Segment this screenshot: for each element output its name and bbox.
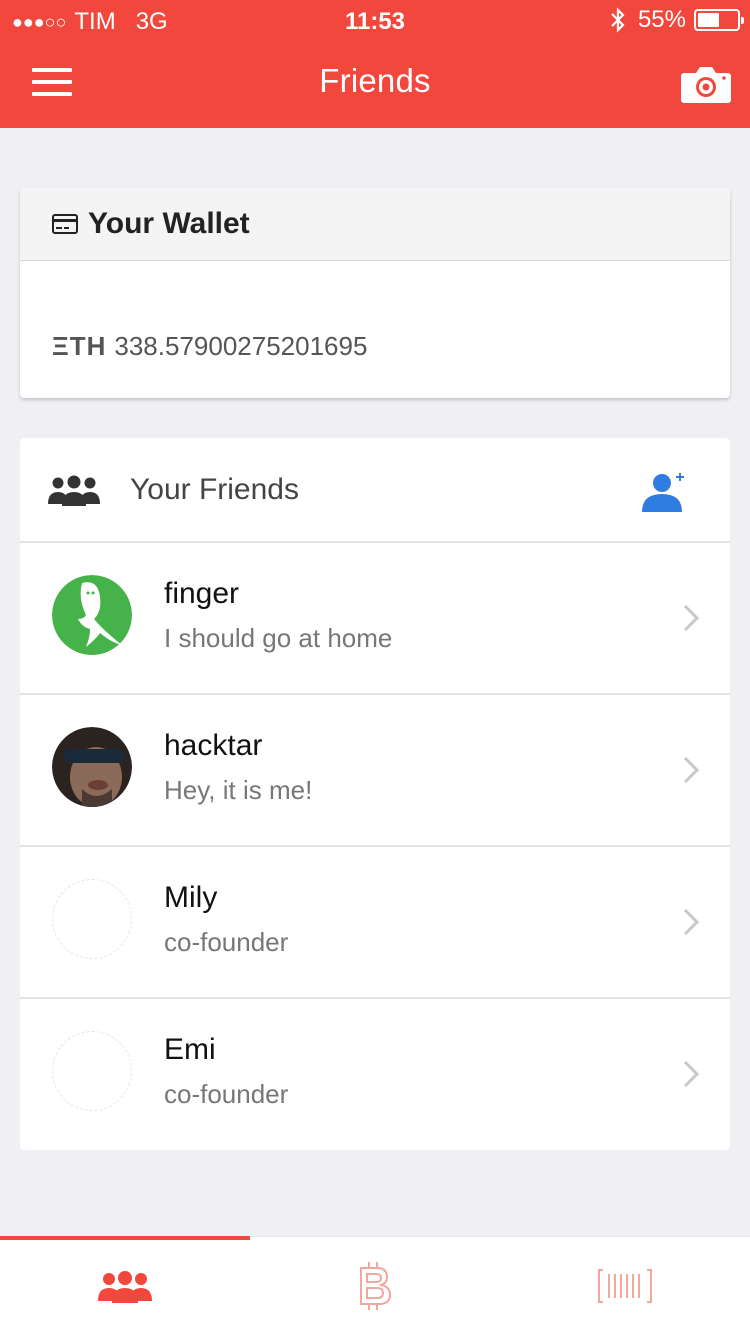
friend-row[interactable]: Emi co-founder: [20, 999, 730, 1151]
friend-status: I should go at home: [164, 623, 393, 653]
battery-percent: 55%: [637, 6, 686, 33]
chevron-right-icon: [683, 908, 700, 936]
bluetooth-icon: [611, 7, 625, 33]
wallet-balance: ΞTH 338.57900275201695: [20, 261, 730, 398]
group-icon: [48, 475, 100, 506]
friend-row[interactable]: finger I should go at home: [20, 543, 730, 695]
add-friend-icon: [642, 473, 684, 512]
blank-avatar: [52, 1031, 132, 1111]
barcode-tab-icon: [598, 1269, 652, 1303]
battery-icon: [694, 9, 744, 31]
chevron-right-icon: [683, 604, 700, 632]
photo-avatar: [52, 727, 132, 807]
camera-button[interactable]: [680, 64, 732, 104]
add-friend-button[interactable]: [642, 470, 690, 514]
friend-name: hacktar: [164, 729, 263, 762]
tab-bitcoin[interactable]: [250, 1237, 500, 1334]
credit-card-icon: [52, 214, 78, 234]
friends-tab-icon: [98, 1271, 152, 1303]
chevron-right-icon: [683, 1060, 700, 1088]
bitcoin-tab-icon: [360, 1262, 392, 1310]
tab-bar: [0, 1236, 750, 1334]
camera-icon: [681, 67, 731, 103]
friend-row[interactable]: hacktar Hey, it is me!: [20, 695, 730, 847]
status-bar: ●●●○○ TIM 3G 11:53 55%: [0, 0, 750, 40]
friend-name: finger: [164, 577, 240, 610]
friends-card: Your Friends finger I should go at home …: [20, 438, 730, 1150]
friend-name: Mily: [164, 881, 218, 914]
chevron-right-icon: [683, 756, 700, 784]
wallet-title: Your Wallet: [88, 207, 250, 240]
friend-status: Hey, it is me!: [164, 775, 313, 805]
friend-status: co-founder: [164, 1079, 289, 1109]
wallet-header: Your Wallet: [20, 188, 730, 261]
balance-value: 338.57900275201695: [114, 331, 368, 361]
friend-row[interactable]: Mily co-founder: [20, 847, 730, 999]
tab-barcode[interactable]: [500, 1237, 750, 1334]
page-title: Friends: [319, 62, 431, 99]
friends-header: Your Friends: [20, 438, 730, 543]
friend-status: co-founder: [164, 927, 289, 957]
ghost-avatar: [52, 575, 132, 655]
tab-friends[interactable]: [0, 1236, 250, 1334]
top-bar: ●●●○○ TIM 3G 11:53 55% Friends: [0, 0, 750, 128]
blank-avatar: [52, 879, 132, 959]
currency-symbol: ΞTH: [52, 331, 107, 361]
friend-name: Emi: [164, 1033, 216, 1066]
wallet-card: Your Wallet ΞTH 338.57900275201695: [20, 188, 730, 398]
friends-title: Your Friends: [130, 472, 299, 506]
